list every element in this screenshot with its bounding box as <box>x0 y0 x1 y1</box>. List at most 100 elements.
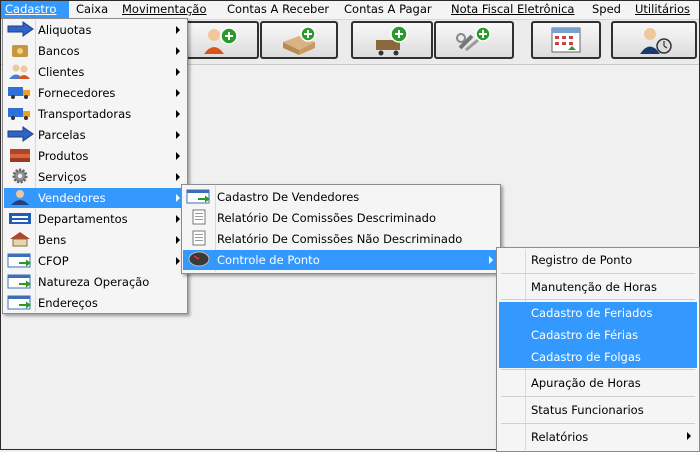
ponto-item-label: Cadastro de Folgas <box>531 350 641 364</box>
menu-nota-fiscal-label: Nota Fiscal Eletrônica <box>451 2 575 16</box>
cadastro-item-label: Aliquotas <box>38 23 92 37</box>
vendedores-item-cadastro-de-vendedores[interactable]: Cadastro De Vendedores <box>183 187 499 207</box>
add-box-icon <box>283 26 316 55</box>
menu-separator <box>501 423 695 424</box>
cadastro-dropdown: Aliquotas Bancos Clientes Fornecedores Trans… <box>2 18 188 314</box>
toolbar-calendar-button[interactable] <box>531 21 601 59</box>
menu-movimentacao-label: Movimentação <box>122 2 207 16</box>
cadastro-item-label: Parcelas <box>38 128 86 142</box>
cadastro-item-departamentos[interactable]: Departamentos <box>4 209 186 229</box>
vendedores-item-relatorio-de-comissoes-descriminado[interactable]: Relatório De Comissões Descriminado <box>183 208 499 228</box>
document-icon <box>185 209 215 227</box>
ponto-item-status-funcionarios[interactable]: Status Funcionarios <box>499 399 697 421</box>
add-cart-icon <box>376 25 408 56</box>
menu-utilitarios[interactable]: Utilitários <box>635 1 690 19</box>
menu-contas-a-pagar-label: Contas A Pagar <box>344 2 432 16</box>
ponto-item-label: Registro de Ponto <box>531 253 633 267</box>
cadastro-item-label: Departamentos <box>38 212 128 226</box>
menu-caixa-label: Caixa <box>76 2 109 16</box>
ponto-item-label: Cadastro de Feriados <box>531 306 653 320</box>
window-arrow-icon <box>185 188 215 206</box>
cadastro-item-transportadoras[interactable]: Transportadoras <box>4 104 186 124</box>
ponto-item-cadastro-de-ferias[interactable]: Cadastro de Férias <box>499 324 697 346</box>
ponto-item-label: Apuração de Horas <box>531 376 641 390</box>
user-clock-icon <box>640 28 672 54</box>
ponto-item-registro-de-ponto[interactable]: Registro de Ponto <box>499 249 697 271</box>
ponto-item-label: Relatórios <box>531 430 589 444</box>
menu-cadastro-label: Cadastro <box>5 2 57 16</box>
menu-contas-a-receber[interactable]: Contas A Receber <box>227 1 329 19</box>
cadastro-item-enderecos[interactable]: Endereços <box>4 293 186 313</box>
controle-de-ponto-submenu: Registro de Ponto Manutenção de Horas Cada… <box>496 247 700 452</box>
menu-separator <box>501 396 695 397</box>
toolbar-add-user-button[interactable] <box>181 21 259 59</box>
clock-icon <box>185 251 215 269</box>
window-arrow-icon <box>6 294 36 312</box>
toolbar-add-cart-button[interactable] <box>351 21 433 59</box>
cadastro-item-label: Fornecedores <box>38 86 116 100</box>
boxes-icon <box>6 147 36 165</box>
vendedores-item-label: Relatório De Comissões Descriminado <box>217 211 436 225</box>
menu-contas-a-receber-label: Contas A Receber <box>227 2 330 16</box>
cadastro-item-aliquotas[interactable]: Aliquotas <box>4 20 186 40</box>
cadastro-item-parcelas[interactable]: Parcelas <box>4 125 186 145</box>
cadastro-item-servicos[interactable]: Serviços <box>4 167 186 187</box>
cadastro-item-label: Natureza Operação <box>38 275 150 289</box>
submenu-arrow-icon <box>176 131 180 139</box>
menu-cadastro[interactable]: Cadastro <box>1 1 69 19</box>
vendedores-item-relatorio-de-comissoes-nao-descriminado[interactable]: Relatório De Comissões Não Descriminado <box>183 229 499 249</box>
arrow-right-icon <box>6 126 36 144</box>
cadastro-item-clientes[interactable]: Clientes <box>4 62 186 82</box>
cadastro-item-label: Serviços <box>38 170 87 184</box>
window-arrow-icon <box>6 273 36 291</box>
cadastro-item-fornecedores[interactable]: Fornecedores <box>4 83 186 103</box>
cadastro-item-bens[interactable]: Bens <box>4 230 186 250</box>
document-icon <box>185 230 215 248</box>
bank-icon <box>6 42 36 60</box>
arrow-right-icon <box>6 21 36 39</box>
cadastro-item-label: Vendedores <box>38 191 106 205</box>
add-user-icon <box>204 27 238 54</box>
menu-caixa[interactable]: Caixa <box>76 1 108 19</box>
cadastro-item-bancos[interactable]: Bancos <box>4 41 186 61</box>
ponto-item-cadastro-de-folgas[interactable]: Cadastro de Folgas <box>499 346 697 368</box>
submenu-arrow-icon <box>489 256 493 264</box>
vendedores-item-controle-de-ponto[interactable]: Controle de Ponto <box>183 250 499 270</box>
user-icon <box>6 189 36 207</box>
submenu-arrow-icon <box>176 257 180 265</box>
house-icon <box>6 231 36 249</box>
cadastro-item-label: Bancos <box>38 44 80 58</box>
cadastro-item-vendedores[interactable]: Vendedores <box>4 188 186 208</box>
menu-sped[interactable]: Sped <box>592 1 621 19</box>
ponto-item-apuracao-de-horas[interactable]: Apuração de Horas <box>499 372 697 394</box>
toolbar-user-clock-button[interactable] <box>611 21 697 59</box>
toolbar-tools-button[interactable] <box>434 21 514 59</box>
ponto-item-relatorios[interactable]: Relatórios <box>499 426 697 448</box>
submenu-arrow-icon <box>176 152 180 160</box>
toolbar-add-box-button[interactable] <box>260 21 338 59</box>
ponto-item-manutencao-de-horas[interactable]: Manutenção de Horas <box>499 276 697 298</box>
tools-icon <box>456 26 491 52</box>
vendedores-item-label: Controle de Ponto <box>217 253 320 267</box>
vendedores-submenu: Cadastro De Vendedores Relatório De Comis… <box>181 184 501 274</box>
truck-icon <box>6 105 36 123</box>
cadastro-item-cfop[interactable]: CFOP <box>4 251 186 271</box>
menu-sped-label: Sped <box>592 2 621 16</box>
cadastro-item-label: Bens <box>38 233 67 247</box>
menu-movimentacao[interactable]: Movimentação <box>122 1 207 19</box>
menu-contas-a-pagar[interactable]: Contas A Pagar <box>344 1 432 19</box>
submenu-arrow-icon <box>176 26 180 34</box>
ponto-item-label: Manutenção de Horas <box>531 280 657 294</box>
menu-utilitarios-label: Utilitários <box>635 2 691 16</box>
submenu-arrow-icon <box>176 194 180 202</box>
menu-nota-fiscal[interactable]: Nota Fiscal Eletrônica <box>451 1 574 19</box>
menu-separator <box>501 369 695 370</box>
cadastro-item-label: Endereços <box>38 296 98 310</box>
gear-icon <box>6 168 36 186</box>
cadastro-item-produtos[interactable]: Produtos <box>4 146 186 166</box>
ponto-item-cadastro-de-feriados[interactable]: Cadastro de Feriados <box>499 302 697 324</box>
cadastro-item-natureza-operacao[interactable]: Natureza Operação <box>4 272 186 292</box>
cadastro-item-label: CFOP <box>38 254 69 268</box>
departments-icon <box>6 210 36 228</box>
submenu-arrow-icon <box>176 47 180 55</box>
